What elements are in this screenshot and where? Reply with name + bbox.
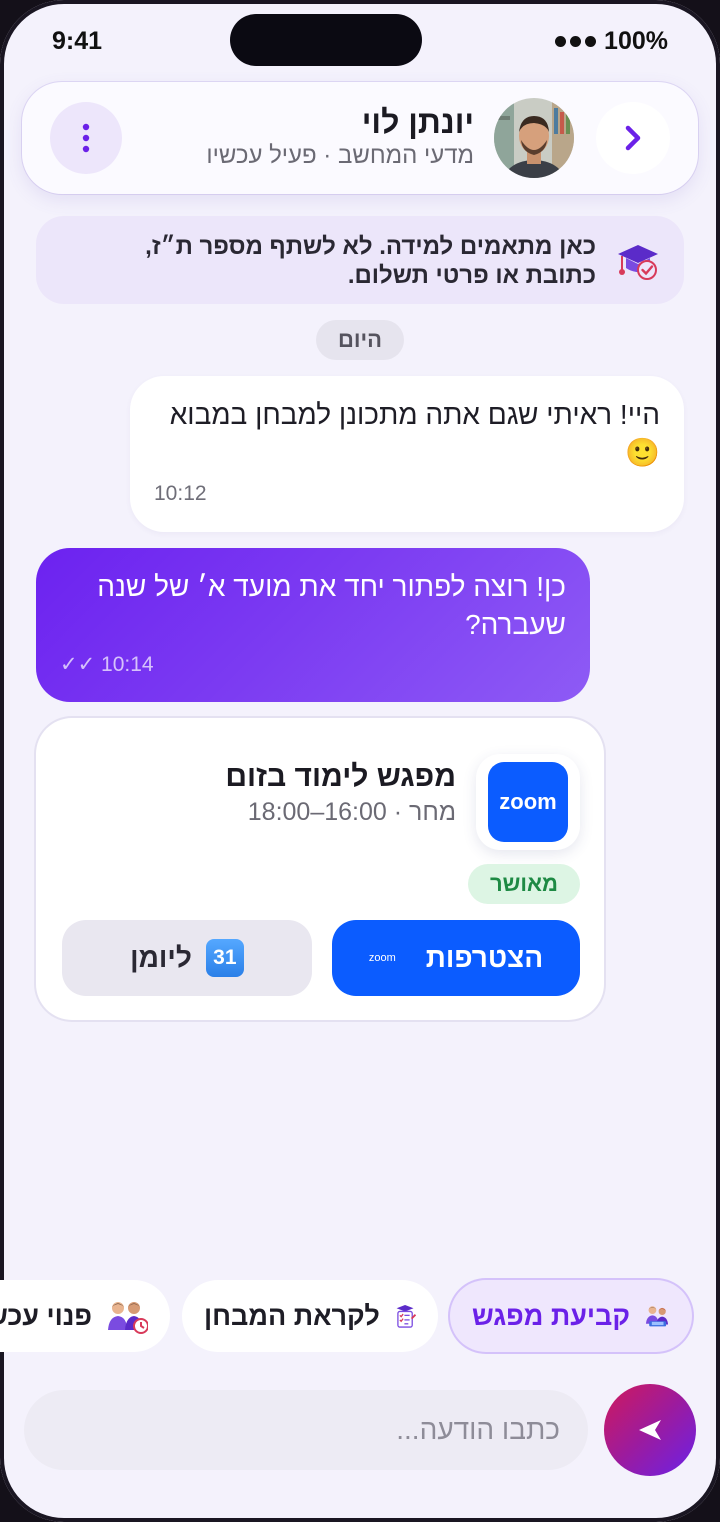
event-card: zoom מפגש לימוד בזום מחר · 16:00–18:00 מ…: [36, 718, 604, 1020]
send-arrow-icon: [639, 1420, 661, 1440]
event-title: מפגש לימוד בזום: [225, 760, 456, 793]
message-input[interactable]: [24, 1390, 588, 1470]
zoom-mini-icon: zoom: [368, 952, 396, 964]
zoom-logo: zoom: [476, 754, 580, 850]
send-button[interactable]: [604, 1384, 696, 1476]
read-receipt-icon: ✓✓: [60, 653, 96, 676]
message-time: 10:14: [101, 653, 154, 676]
menu-button[interactable]: [50, 102, 122, 174]
quick-reply-exam[interactable]: לקראת המבחן: [182, 1280, 438, 1352]
zoom-logo-tile: zoom: [488, 762, 568, 842]
safety-notice: כאן מתאמים למידה. לא לשתף מספר ת״ז, כתוב…: [36, 216, 684, 304]
contact-subtitle: מדעי המחשב · פעיל עכשיו: [206, 142, 474, 169]
status-badge: מאושר: [467, 864, 580, 904]
chat-header: יונתן לוי מדעי המחשב · פעיל עכשיו: [22, 82, 698, 194]
incoming-message[interactable]: היי! ראיתי שגם אתה מתכונן למבחן במבוא 🙂 …: [130, 376, 684, 532]
join-button[interactable]: הצטרפות zoom: [332, 920, 580, 996]
signal-dots-icon: [555, 36, 597, 47]
quick-reply-available[interactable]: פנוי עכשיו: [0, 1280, 170, 1352]
avatar[interactable]: [494, 98, 574, 178]
join-label: הצטרפות: [425, 942, 544, 973]
outgoing-message[interactable]: כן! רוצה לפתור יחד את מועד א׳ של שנה שעב…: [36, 548, 590, 702]
contact-name: יונתן לוי: [361, 104, 474, 140]
quick-replies: קביעת מפגש לקראת המבחן פנוי עכ: [0, 1280, 720, 1352]
add-to-calendar-button[interactable]: 31 ליומן: [62, 920, 312, 996]
message-composer: [24, 1390, 588, 1470]
quick-reply-schedule[interactable]: קביעת מפגש: [450, 1280, 692, 1352]
chip-label: לקראת המבחן: [204, 1300, 380, 1331]
vertical-dots-icon: [82, 123, 90, 153]
message-meta: ✓✓ 10:14: [60, 652, 154, 677]
chevron-icon: [625, 125, 641, 151]
chip-label: פנוי עכשיו: [0, 1300, 92, 1331]
message-text: היי! ראיתי שגם אתה מתכונן למבחן במבוא 🙂: [169, 399, 660, 468]
study-group-icon: [645, 1306, 669, 1327]
calendar-icon: 31: [205, 939, 244, 977]
status-bar: 9:41 100%: [0, 0, 720, 84]
battery-indicator: 100%: [555, 27, 668, 56]
message-text: כן! רוצה לפתור יחד את מועד א׳ של שנה שעב…: [97, 571, 566, 640]
people-clock-icon: [108, 1302, 148, 1334]
battery-percent: 100%: [604, 27, 668, 55]
notice-text: כאן מתאמים למידה. לא לשתף מספר ת״ז, כתוב…: [145, 233, 596, 289]
back-button[interactable]: [596, 102, 670, 174]
dynamic-island: [230, 14, 422, 66]
event-time: מחר · 16:00–18:00: [247, 798, 456, 826]
message-time: 10:12: [154, 482, 207, 505]
chip-label: קביעת מפגש: [472, 1300, 630, 1331]
status-time: 9:41: [52, 27, 103, 55]
phone-screen: 9:41 100% יונתן לוי מדעי המחשב · פעיל עכ…: [0, 0, 720, 1522]
day-divider: היום: [316, 320, 404, 360]
graduation-cap-icon: [618, 245, 658, 280]
calendar-label: ליומן: [130, 942, 192, 973]
exam-checklist-icon: [396, 1304, 416, 1328]
